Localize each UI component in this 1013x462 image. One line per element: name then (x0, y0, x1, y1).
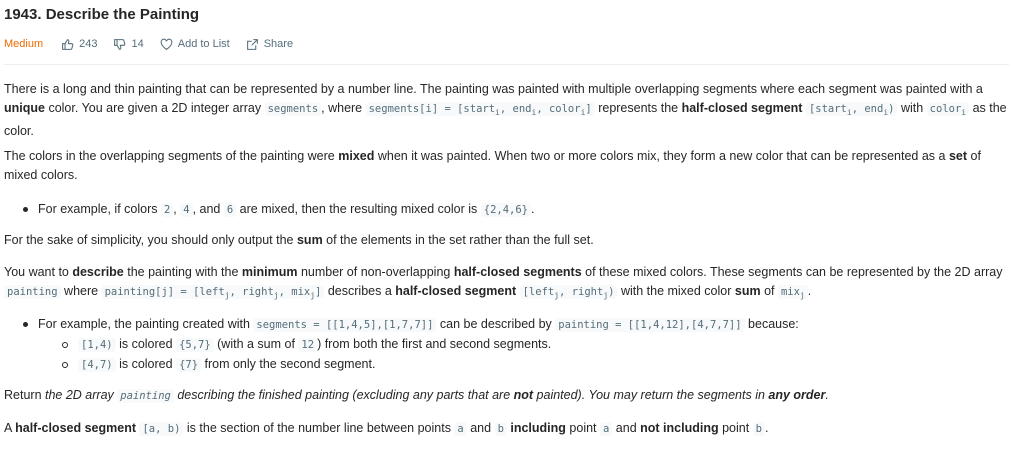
like-count: 243 (79, 38, 98, 50)
circle-bullet-icon (62, 361, 68, 368)
sub-list-item: [4,7) is colored {7} from only the secon… (62, 355, 375, 375)
header-divider (4, 64, 1009, 65)
list-item: For example, if colors 2, 4, and 6 are m… (23, 200, 535, 220)
inline-code: colori (926, 102, 970, 117)
dislike-button[interactable]: 14 (113, 38, 144, 51)
thumbs-down-icon (114, 38, 126, 50)
description-paragraph-6: A half-closed segment [a, b) is the sect… (4, 421, 769, 436)
problem-title: 1943. Describe the Painting (4, 6, 200, 23)
bullet-icon (23, 207, 28, 213)
add-to-list-button[interactable]: Add to List (160, 38, 230, 51)
list-item: For example, the painting created with s… (23, 315, 799, 335)
description-paragraph-1: There is a long and thin painting that c… (4, 82, 1007, 139)
description-paragraph-2: The colors in the overlapping segments o… (4, 149, 981, 182)
like-button[interactable]: 243 (61, 38, 97, 51)
inline-code: segments (264, 102, 322, 116)
inline-code: segments[i] = [starti, endi, colori] (365, 102, 595, 117)
thumbs-up-icon (62, 38, 74, 50)
share-label: Share (263, 38, 294, 50)
dislike-count: 14 (131, 38, 144, 50)
bullet-icon (23, 322, 28, 328)
add-to-list-label: Add to List (177, 38, 230, 50)
sub-list-item: [1,4) is colored {5,7} (with a sum of 12… (62, 335, 551, 355)
description-paragraph-4: You want to describe the painting with t… (4, 265, 1003, 301)
inline-code: [starti, endi) (805, 102, 898, 117)
problem-meta-bar: Medium 243 14 Add to List Share (4, 36, 1009, 52)
circle-bullet-icon (62, 341, 68, 348)
heart-icon (160, 38, 173, 50)
description-paragraph-3: For the sake of simplicity, you should o… (4, 233, 594, 247)
description-paragraph-5: Return the 2D array painting describing … (4, 388, 829, 403)
share-button[interactable]: Share (246, 38, 293, 51)
share-icon (246, 38, 258, 50)
difficulty-label: Medium (4, 38, 44, 50)
